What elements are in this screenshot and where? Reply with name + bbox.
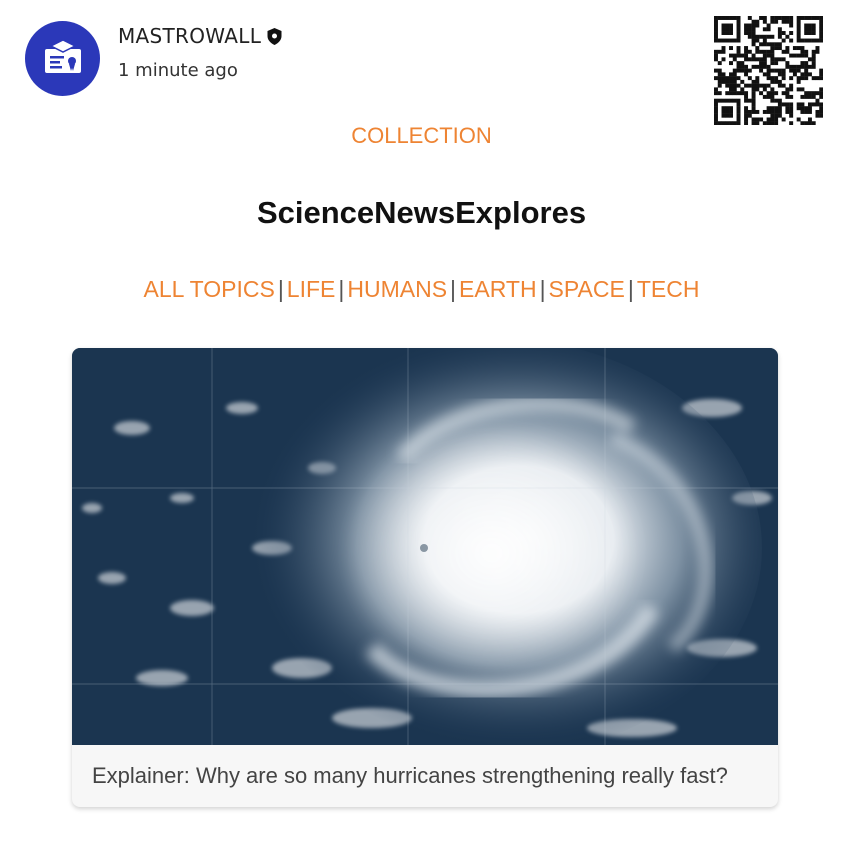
topic-nav: ALL TOPICS | LIFE | HUMANS | EARTH | SPACE | TECH <box>0 276 843 303</box>
topic-link-all-topics[interactable]: ALL TOPICS <box>144 276 275 302</box>
author-name[interactable]: MASTROWALL <box>118 24 261 48</box>
article-card[interactable]: Explainer: Why are so many hurricanes st… <box>72 348 778 807</box>
qr-code <box>714 16 823 125</box>
avatar[interactable] <box>25 21 100 96</box>
topic-link-life[interactable]: LIFE <box>287 276 336 302</box>
author-name-row[interactable]: MASTROWALL <box>118 24 282 48</box>
verified-shield-icon <box>267 27 282 45</box>
topic-separator: | <box>277 276 284 302</box>
topic-separator: | <box>450 276 457 302</box>
article-title[interactable]: Explainer: Why are so many hurricanes st… <box>72 745 778 807</box>
topic-link-tech[interactable]: TECH <box>637 276 700 302</box>
topic-link-earth[interactable]: EARTH <box>459 276 537 302</box>
site-title[interactable]: ScienceNewsExplores <box>0 195 843 231</box>
hurricane-satellite-image[interactable] <box>72 348 778 745</box>
topic-link-humans[interactable]: HUMANS <box>347 276 447 302</box>
collection-label: COLLECTION <box>351 123 492 148</box>
school-certificate-icon <box>44 38 81 73</box>
topic-link-space[interactable]: SPACE <box>549 276 625 302</box>
post-timestamp: 1 minute ago <box>118 60 238 81</box>
topic-separator: | <box>539 276 546 302</box>
topic-separator: | <box>627 276 634 302</box>
topic-separator: | <box>338 276 345 302</box>
